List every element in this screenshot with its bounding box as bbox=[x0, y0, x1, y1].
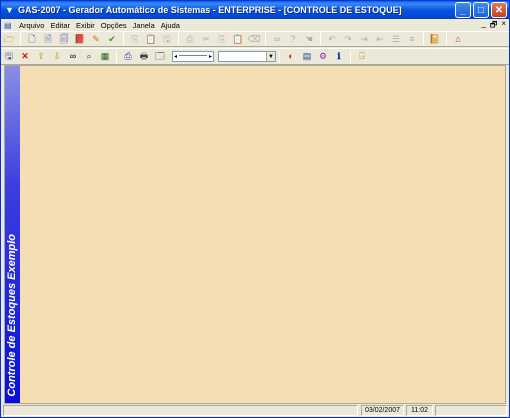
open-folder-icon[interactable]: 🗁 bbox=[2, 33, 16, 46]
home-icon[interactable]: ⌂ bbox=[451, 33, 465, 46]
hand-disabled-icon[interactable]: ☚ bbox=[302, 33, 316, 46]
minimize-button[interactable]: _ bbox=[455, 2, 471, 18]
toolbar-separator bbox=[123, 33, 124, 45]
toolbar-separator bbox=[116, 50, 117, 63]
list2-disabled-icon[interactable]: ≡ bbox=[405, 33, 419, 46]
status-bar: 03/02/2007 11:02 bbox=[1, 405, 509, 417]
toolbar-separator bbox=[265, 33, 266, 45]
menu-bar: ▤ Arquivo Editar Exibir Opções Janela Aj… bbox=[1, 19, 509, 31]
cut-disabled-icon[interactable]: ✂ bbox=[199, 33, 213, 46]
export-icon[interactable]: ⇩ bbox=[50, 50, 64, 63]
menu-ajuda[interactable]: Ajuda bbox=[158, 21, 183, 30]
palette-icon[interactable]: ◐ bbox=[284, 50, 298, 63]
document-menu-icon[interactable]: ▤ bbox=[4, 21, 16, 30]
binoculars-disabled-icon[interactable]: ∞ bbox=[270, 33, 284, 46]
pencil-icon[interactable]: ✎ bbox=[89, 33, 103, 46]
maximize-button[interactable]: □ bbox=[473, 2, 489, 18]
close-button[interactable]: ✕ bbox=[491, 2, 507, 18]
binoculars-icon[interactable]: ∞ bbox=[66, 50, 80, 63]
status-panel-empty bbox=[3, 405, 358, 416]
menu-arquivo[interactable]: Arquivo bbox=[16, 21, 47, 30]
status-panel-end bbox=[435, 405, 507, 416]
save-icon[interactable]: 🖫 bbox=[2, 50, 16, 63]
slider-left-arrow-icon[interactable]: ◂ bbox=[174, 53, 177, 60]
paste-disabled-icon[interactable]: 📋 bbox=[144, 33, 158, 46]
status-time: 11:02 bbox=[406, 405, 433, 416]
redo-disabled-icon[interactable]: ↷ bbox=[341, 33, 355, 46]
menu-janela[interactable]: Janela bbox=[130, 21, 158, 30]
grid-icon[interactable]: ▦ bbox=[98, 50, 112, 63]
copy-disabled-icon[interactable]: ⎘ bbox=[128, 33, 142, 46]
toolbar-separator bbox=[178, 33, 179, 45]
menu-opcoes[interactable]: Opções bbox=[98, 21, 130, 30]
toolbar-separator bbox=[446, 33, 447, 45]
open-file-icon[interactable]: 🗐 bbox=[57, 33, 71, 46]
standard-toolbar: 🗁 🗋 🗎 🗐 📕 ✎ ✔ ⎘ 📋 🖫 ⎙ ✂ ⎘ 📋 ⌫ ∞ ? ☚ ↶ ↷ … bbox=[1, 31, 509, 47]
indent-disabled-icon[interactable]: ⇥ bbox=[357, 33, 371, 46]
sidebar-banner: Controle de Estoques Exemplo bbox=[5, 66, 20, 403]
toolbar-separator bbox=[20, 33, 21, 45]
status-date: 03/02/2007 bbox=[361, 405, 404, 416]
print-icon[interactable]: 🖶 bbox=[137, 50, 151, 63]
main-window: ▼ GAS-2007 - Gerador Automático de Siste… bbox=[0, 0, 510, 418]
toolbar-separator bbox=[279, 50, 280, 63]
import-icon[interactable]: ⇪ bbox=[34, 50, 48, 63]
chevron-down-icon[interactable]: ▼ bbox=[266, 52, 275, 61]
print-preview-icon[interactable]: ⎙ bbox=[121, 50, 135, 63]
menu-exibir[interactable]: Exibir bbox=[73, 21, 98, 30]
info-icon[interactable]: ℹ bbox=[332, 50, 346, 63]
mdi-client-area: Controle de Estoques Exemplo bbox=[4, 65, 506, 404]
filter-combo[interactable]: ▼ bbox=[218, 51, 276, 62]
toolbar-separator bbox=[350, 50, 351, 63]
red-book-icon[interactable]: 📕 bbox=[73, 33, 87, 46]
book-purple-icon[interactable]: 📔 bbox=[428, 33, 442, 46]
record-toolbar: 🖫 ✕ ⇪ ⇩ ∞ ⌕ ▦ ⎙ 🖶 🗔 ◂ ▸ ▼ ◐ ▤ ⚙ ℹ ⍈ bbox=[1, 48, 509, 65]
help-disabled-icon[interactable]: ? bbox=[286, 33, 300, 46]
menu-editar[interactable]: Editar bbox=[47, 21, 73, 30]
list-disabled-icon[interactable]: ☰ bbox=[389, 33, 403, 46]
save-disabled-icon[interactable]: 🖫 bbox=[160, 33, 174, 46]
undo-disabled-icon[interactable]: ↶ bbox=[325, 33, 339, 46]
erase-disabled-icon[interactable]: ⌫ bbox=[247, 33, 261, 46]
title-bar[interactable]: ▼ GAS-2007 - Gerador Automático de Siste… bbox=[1, 1, 509, 19]
green-check-icon[interactable]: ✔ bbox=[105, 33, 119, 46]
settings-icon[interactable]: ⚙ bbox=[316, 50, 330, 63]
print-disabled-icon[interactable]: ⎙ bbox=[183, 33, 197, 46]
sidebar-label: Controle de Estoques Exemplo bbox=[6, 234, 18, 397]
paste2-disabled-icon[interactable]: 📋 bbox=[231, 33, 245, 46]
list-view-icon[interactable]: ▤ bbox=[300, 50, 314, 63]
slider-track[interactable] bbox=[179, 55, 207, 58]
window-title: GAS-2007 - Gerador Automático de Sistema… bbox=[18, 5, 402, 15]
toolbar-separator bbox=[423, 33, 424, 45]
document-list-icon[interactable]: 🗎 bbox=[41, 33, 55, 46]
toolbar-separator bbox=[320, 33, 321, 45]
new-document-icon[interactable]: 🗋 bbox=[25, 33, 39, 46]
app-icon[interactable]: ▼ bbox=[5, 5, 15, 15]
find-record-icon[interactable]: ⌕ bbox=[82, 50, 96, 63]
page-setup-icon[interactable]: 🗔 bbox=[153, 50, 167, 63]
delete-icon[interactable]: ✕ bbox=[18, 50, 32, 63]
slider-right-arrow-icon[interactable]: ▸ bbox=[209, 53, 212, 60]
copy2-disabled-icon[interactable]: ⎘ bbox=[215, 33, 229, 46]
exit-icon[interactable]: ⍈ bbox=[355, 50, 369, 63]
outdent-disabled-icon[interactable]: ⇤ bbox=[373, 33, 387, 46]
zoom-slider[interactable]: ◂ ▸ bbox=[172, 51, 214, 62]
